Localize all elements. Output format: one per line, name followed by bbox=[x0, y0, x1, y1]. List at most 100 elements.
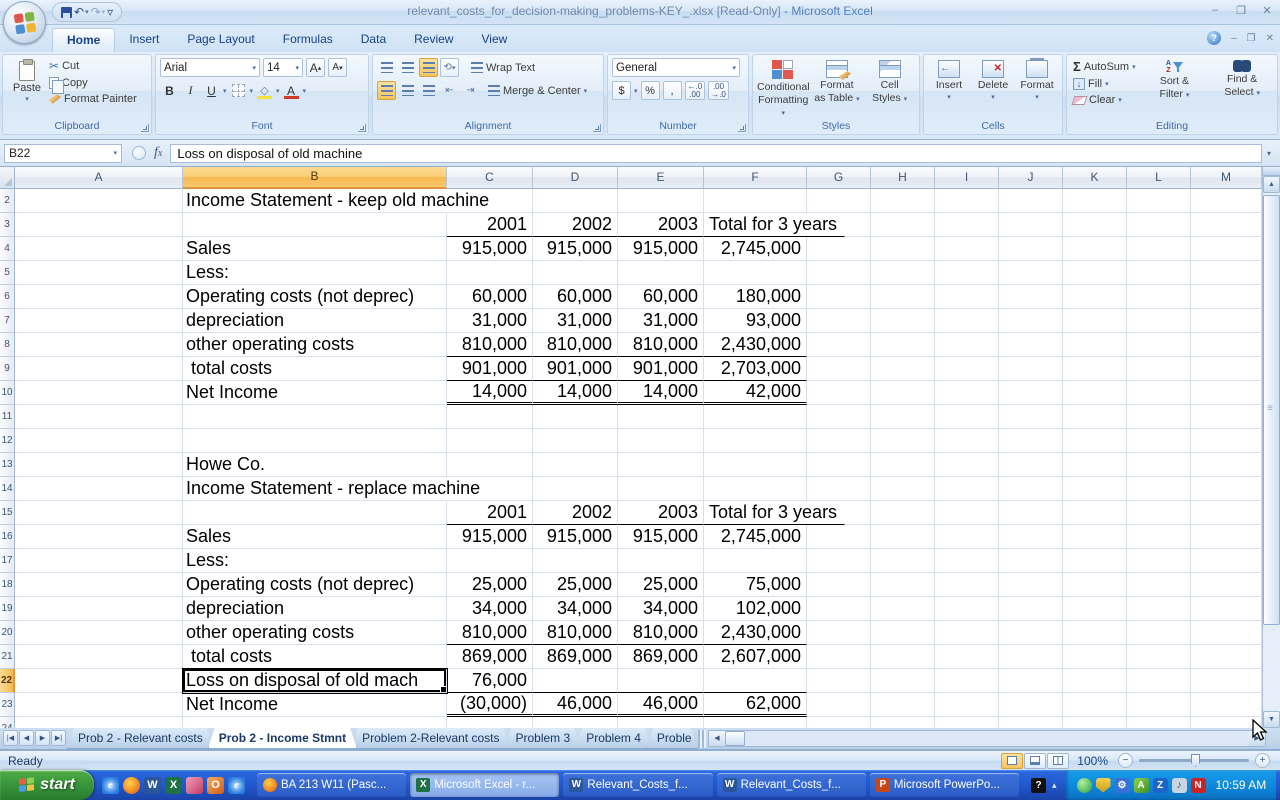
decrease-indent-button[interactable]: ⇤ bbox=[440, 81, 459, 100]
cell-J8[interactable] bbox=[999, 333, 1063, 357]
cell-H21[interactable] bbox=[871, 645, 935, 669]
cell-F9[interactable]: 2,703,000 bbox=[704, 357, 807, 381]
cell-B5[interactable]: Less: bbox=[183, 261, 447, 285]
alignment-dialog-launcher[interactable] bbox=[593, 124, 601, 132]
taskbar-button[interactable]: PMicrosoft PowerPo... bbox=[870, 773, 1019, 797]
column-header-C[interactable]: C bbox=[447, 167, 533, 189]
cell-E7[interactable]: 31,000 bbox=[618, 309, 704, 333]
cell-B2[interactable]: Income Statement - keep old machine bbox=[183, 189, 447, 213]
cell-D6[interactable]: 60,000 bbox=[533, 285, 618, 309]
cell-H17[interactable] bbox=[871, 549, 935, 573]
cell-K23[interactable] bbox=[1063, 693, 1127, 717]
cell-L18[interactable] bbox=[1127, 573, 1191, 597]
cell-B21[interactable]: total costs bbox=[183, 645, 447, 669]
fill-color-dropdown-icon[interactable]: ▾ bbox=[276, 87, 280, 95]
cell-C23[interactable]: (30,000) bbox=[447, 693, 533, 717]
cell-A18[interactable] bbox=[15, 573, 183, 597]
cell-H13[interactable] bbox=[871, 453, 935, 477]
cell-C24[interactable] bbox=[447, 717, 533, 728]
cell-A17[interactable] bbox=[15, 549, 183, 573]
cell-A4[interactable] bbox=[15, 237, 183, 261]
cell-J6[interactable] bbox=[999, 285, 1063, 309]
align-top-button[interactable] bbox=[377, 58, 396, 77]
avg-a-tray-icon[interactable]: A bbox=[1134, 778, 1149, 793]
cell-D17[interactable] bbox=[533, 549, 618, 573]
minimize-button[interactable]: – bbox=[1208, 4, 1222, 17]
cell-I10[interactable] bbox=[935, 381, 999, 405]
cell-G18[interactable] bbox=[807, 573, 871, 597]
cell-H5[interactable] bbox=[871, 261, 935, 285]
find-select-button[interactable]: Find & Select ▾ bbox=[1211, 58, 1273, 120]
cell-E2[interactable] bbox=[618, 189, 704, 213]
percent-button[interactable]: % bbox=[641, 81, 660, 100]
row-header-5[interactable]: 5 bbox=[0, 261, 15, 285]
tab-insert[interactable]: Insert bbox=[115, 28, 173, 52]
cell-L4[interactable] bbox=[1127, 237, 1191, 261]
cell-K16[interactable] bbox=[1063, 525, 1127, 549]
cell-A2[interactable] bbox=[15, 189, 183, 213]
cell-A9[interactable] bbox=[15, 357, 183, 381]
align-right-button[interactable] bbox=[419, 81, 438, 100]
copy-button[interactable]: Copy bbox=[47, 76, 139, 90]
cell-J21[interactable] bbox=[999, 645, 1063, 669]
cell-G8[interactable] bbox=[807, 333, 871, 357]
cell-K4[interactable] bbox=[1063, 237, 1127, 261]
cell-G20[interactable] bbox=[807, 621, 871, 645]
green-orb-tray-icon[interactable] bbox=[1077, 778, 1092, 793]
align-center-button[interactable] bbox=[398, 81, 417, 100]
cell-K22[interactable] bbox=[1063, 669, 1127, 693]
n-red-tray-icon[interactable]: N bbox=[1191, 778, 1206, 793]
cell-J24[interactable] bbox=[999, 717, 1063, 728]
cell-M20[interactable] bbox=[1191, 621, 1262, 645]
cell-F7[interactable]: 93,000 bbox=[704, 309, 807, 333]
cell-J11[interactable] bbox=[999, 405, 1063, 429]
vertical-scrollbar[interactable]: ▲ ▼ bbox=[1262, 167, 1280, 728]
cell-C15[interactable]: 2001 bbox=[447, 501, 533, 525]
cell-E16[interactable]: 915,000 bbox=[618, 525, 704, 549]
cell-J15[interactable] bbox=[999, 501, 1063, 525]
cell-E4[interactable]: 915,000 bbox=[618, 237, 704, 261]
cell-K5[interactable] bbox=[1063, 261, 1127, 285]
cell-G10[interactable] bbox=[807, 381, 871, 405]
cell-C22[interactable]: 76,000 bbox=[447, 669, 533, 693]
cell-A23[interactable] bbox=[15, 693, 183, 717]
borders-button[interactable] bbox=[229, 81, 248, 100]
cell-J12[interactable] bbox=[999, 429, 1063, 453]
cut-button[interactable]: ✂Cut bbox=[47, 58, 139, 74]
z-tray-icon[interactable]: Z bbox=[1153, 778, 1168, 793]
paste-dropdown-icon[interactable]: ▾ bbox=[25, 95, 29, 103]
cell-M22[interactable] bbox=[1191, 669, 1262, 693]
cell-B15[interactable] bbox=[183, 501, 447, 525]
wrap-text-button[interactable]: Wrap Text bbox=[469, 61, 537, 75]
cell-G12[interactable] bbox=[807, 429, 871, 453]
cell-L12[interactable] bbox=[1127, 429, 1191, 453]
paste-button[interactable]: Paste ▾ bbox=[7, 58, 47, 120]
cell-C11[interactable] bbox=[447, 405, 533, 429]
cell-E18[interactable]: 25,000 bbox=[618, 573, 704, 597]
cell-F5[interactable] bbox=[704, 261, 807, 285]
format-painter-button[interactable]: Format Painter bbox=[47, 92, 139, 106]
shrink-font-button[interactable]: A▾ bbox=[328, 58, 347, 77]
cell-F17[interactable] bbox=[704, 549, 807, 573]
cell-I5[interactable] bbox=[935, 261, 999, 285]
sheet-tab-proble[interactable]: Proble bbox=[646, 728, 698, 749]
cell-M15[interactable] bbox=[1191, 501, 1262, 525]
cell-C13[interactable] bbox=[447, 453, 533, 477]
cell-H10[interactable] bbox=[871, 381, 935, 405]
clipboard-dialog-launcher[interactable] bbox=[141, 124, 149, 132]
cell-M17[interactable] bbox=[1191, 549, 1262, 573]
help-icon[interactable]: ? bbox=[1207, 31, 1221, 45]
column-header-F[interactable]: F bbox=[704, 167, 807, 189]
decrease-decimal-button[interactable]: .00→.0 bbox=[708, 81, 729, 100]
row-header-4[interactable]: 4 bbox=[0, 237, 15, 261]
merge-center-dropdown-icon[interactable]: ▾ bbox=[584, 87, 588, 95]
cell-C4[interactable]: 915,000 bbox=[447, 237, 533, 261]
cell-E3[interactable]: 2003 bbox=[618, 213, 704, 237]
increase-indent-button[interactable]: ⇥ bbox=[461, 81, 480, 100]
cell-B19[interactable]: depreciation bbox=[183, 597, 447, 621]
zoom-in-button[interactable]: + bbox=[1255, 753, 1270, 768]
row-header-9[interactable]: 9 bbox=[0, 357, 15, 381]
cell-J4[interactable] bbox=[999, 237, 1063, 261]
cell-E13[interactable] bbox=[618, 453, 704, 477]
workbook-minimize-button[interactable]: – bbox=[1231, 33, 1237, 44]
